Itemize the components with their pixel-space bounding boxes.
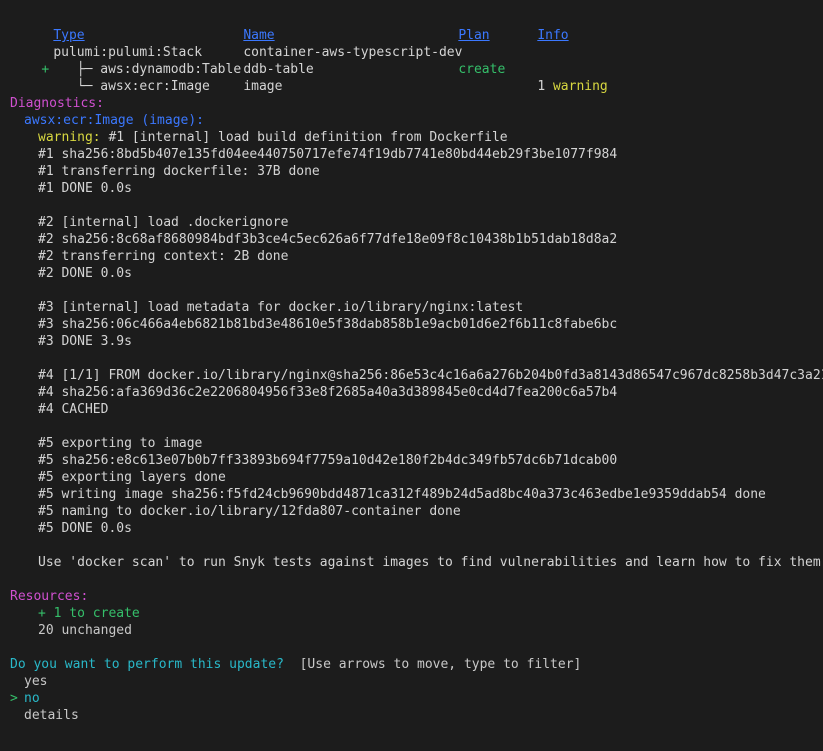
prompt-option-list[interactable]: yes > no details (0, 673, 823, 724)
resource-info-count: 1 (537, 79, 546, 94)
diagnostics-resource-label: awsx:ecr:Image (image): (24, 113, 205, 128)
diagnostics-log: #1 sha256:8bd5b407e135fd04ee440750717efe… (0, 146, 823, 571)
log-blank-line (0, 418, 823, 435)
prompt-option-label: yes (24, 674, 48, 689)
resource-name: image (243, 79, 283, 94)
selection-cursor-icon: > (10, 691, 18, 706)
resource-type: └─ awsx:ecr:Image (53, 79, 210, 94)
log-line: #1 transferring dockerfile: 37B done (38, 164, 320, 179)
column-header-name: Name (243, 28, 275, 43)
prompt-option-yes[interactable]: yes (0, 673, 823, 690)
log-blank-line (0, 282, 823, 299)
log-line: Use 'docker scan' to run Snyk tests agai… (38, 555, 821, 570)
column-header-plan: Plan (458, 28, 490, 43)
resource-type: pulumi:pulumi:Stack (53, 45, 203, 60)
log-line: #1 sha256:8bd5b407e135fd04ee440750717efe… (38, 147, 618, 162)
log-line: #4 [1/1] FROM docker.io/library/nginx@sh… (38, 368, 823, 383)
log-line: #3 sha256:06c466a4eb6821b81bd3e48610e5f3… (38, 317, 618, 332)
log-blank-line (0, 197, 823, 214)
change-marker: + (41, 62, 50, 77)
update-confirm-prompt: Do you want to perform this update? [Use… (0, 656, 823, 673)
diagnostics-warning-line: warning: #1 [internal] load build defini… (0, 129, 823, 146)
log-line: #5 exporting layers done (38, 470, 226, 485)
column-header-info: Info (537, 28, 569, 43)
resources-create-line: + 1 to create (38, 606, 140, 621)
warning-text: #1 [internal] load build definition from… (108, 130, 508, 145)
log-line: #5 DONE 0.0s (38, 521, 132, 536)
log-line: #5 exporting to image (38, 436, 203, 451)
log-line: #4 CACHED (38, 402, 109, 417)
terminal-window: Type Name Plan Info pulumi:pulumi:Stack cont… (0, 0, 823, 751)
prompt-option-no[interactable]: > no (0, 690, 823, 707)
diagnostics-heading: Diagnostics: (10, 96, 104, 111)
warning-label: warning: (38, 130, 101, 145)
resource-name: ddb-table (243, 62, 314, 77)
resource-plan: create (458, 62, 506, 77)
resource-type: ├─ aws:dynamodb:Table (53, 62, 242, 77)
log-line: #2 transferring context: 2B done (38, 249, 289, 264)
prompt-option-details[interactable]: details (0, 707, 823, 724)
log-line: #2 sha256:8c68af8680984bdf3b3ce4c5ec626a… (38, 232, 618, 247)
log-line: #2 [internal] load .dockerignore (38, 215, 289, 230)
log-blank-line (0, 350, 823, 367)
log-line: #3 DONE 3.9s (38, 334, 132, 349)
log-line: #5 writing image sha256:f5fd24cb9690bdd4… (38, 487, 766, 502)
log-line: #5 sha256:e8c613e07b0b7ff33893b694f7759a… (38, 453, 618, 468)
log-line: #3 [internal] load metadata for docker.i… (38, 300, 524, 315)
log-line: #2 DONE 0.0s (38, 266, 132, 281)
resource-name: container-aws-typescript-dev (243, 45, 463, 60)
log-blank-line (0, 537, 823, 554)
resources-heading: Resources: (10, 589, 89, 604)
selection-cursor-spacer (10, 707, 24, 724)
prompt-hint: [Use arrows to move, type to filter] (299, 657, 582, 672)
log-line: #1 DONE 0.0s (38, 181, 132, 196)
selection-cursor-spacer (10, 673, 24, 690)
prompt-question: Do you want to perform this update? (10, 657, 284, 672)
change-marker-column-spacer (41, 27, 53, 44)
prompt-option-label: no (24, 691, 40, 706)
column-header-type: Type (53, 28, 85, 43)
log-line: #5 naming to docker.io/library/12fda807-… (38, 504, 461, 519)
resource-info-label: warning (552, 79, 608, 94)
log-line: #4 sha256:afa369d36c2e2206804956f33e8f26… (38, 385, 618, 400)
preview-table-header: Type Name Plan Info (0, 10, 823, 43)
resources-unchanged-line: 20 unchanged (38, 623, 132, 638)
prompt-option-label: details (24, 708, 79, 723)
